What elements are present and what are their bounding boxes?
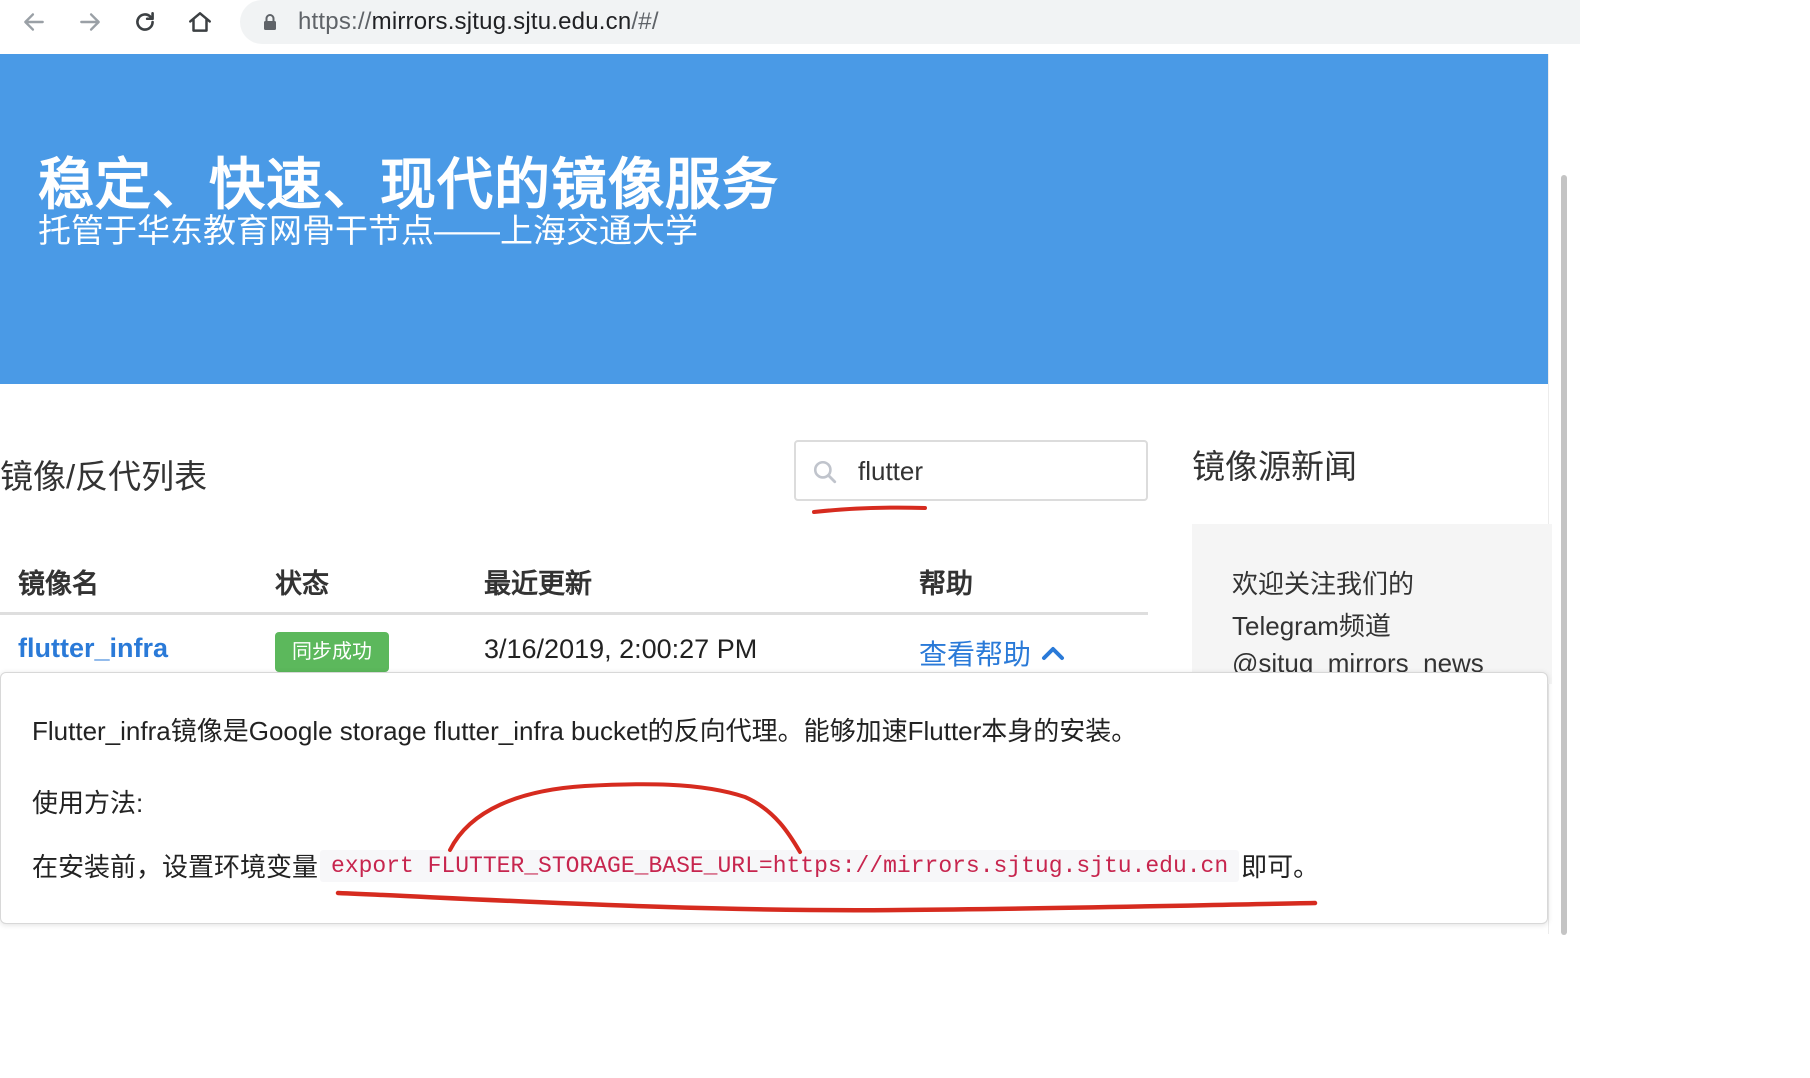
lock-icon [264,14,276,30]
mirror-name-link[interactable]: flutter_infra [18,633,168,664]
instruction-prefix: 在安装前，设置环境变量 [32,852,319,882]
help-description: Flutter_infra镜像是Google storage flutter_i… [32,716,1138,746]
back-icon [24,13,44,31]
view-help-label: 查看帮助 [919,639,1032,670]
home-button[interactable] [184,6,216,38]
mirror-list-title: 镜像/反代列表 [0,458,208,495]
column-header-name: 镜像名 [18,569,99,599]
export-command[interactable]: export FLUTTER_STORAGE_BASE_URL=https://… [320,849,1240,882]
annotation-underline-search [812,505,927,514]
column-header-updated: 最近更新 [484,569,592,599]
news-line: Telegram频道 [1232,611,1391,641]
help-popover: Flutter_infra镜像是Google storage flutter_i… [0,672,1548,924]
browser-toolbar: https://mirrors.sjtug.sjtu.edu.cn/#/ [0,0,1580,54]
instruction-suffix: 即可。 [1241,852,1320,882]
search-icon [813,460,837,484]
search-box[interactable] [794,440,1148,501]
usage-label: 使用方法: [32,788,144,818]
address-bar[interactable]: https://mirrors.sjtug.sjtu.edu.cn/#/ [240,0,1580,44]
news-card: 欢迎关注我们的 Telegram频道 @sjtug_mirrors_news [1192,524,1552,684]
view-help-link[interactable]: 查看帮助 [919,633,1065,673]
scrollbar-thumb[interactable] [1561,175,1567,935]
forward-icon [80,13,100,31]
hero-banner: 稳定、快速、现代的镜像服务 托管于华东教育网骨干节点——上海交通大学 [0,54,1548,384]
back-button[interactable] [18,6,50,38]
home-icon [189,12,211,32]
search-input[interactable] [858,454,1128,488]
usage-instruction: 在安装前，设置环境变量 export FLUTTER_STORAGE_BASE_… [32,847,1319,884]
hero-subtitle: 托管于华东教育网骨干节点——上海交通大学 [38,212,698,249]
status-badge: 同步成功 [275,632,389,672]
last-updated: 3/16/2019, 2:00:27 PM [484,634,758,664]
url-text: https://mirrors.sjtug.sjtu.edu.cn/#/ [298,8,659,35]
chevron-up-icon [1042,647,1065,660]
reload-icon [136,12,154,31]
table-row: flutter_infra 同步成功 3/16/2019, 2:00:27 PM… [0,615,1148,673]
column-header-help: 帮助 [919,569,973,599]
forward-button[interactable] [74,6,106,38]
reload-button[interactable] [129,6,161,38]
news-title: 镜像源新闻 [1192,448,1357,485]
news-line: 欢迎关注我们的 [1232,569,1415,599]
column-header-status: 状态 [275,569,329,599]
